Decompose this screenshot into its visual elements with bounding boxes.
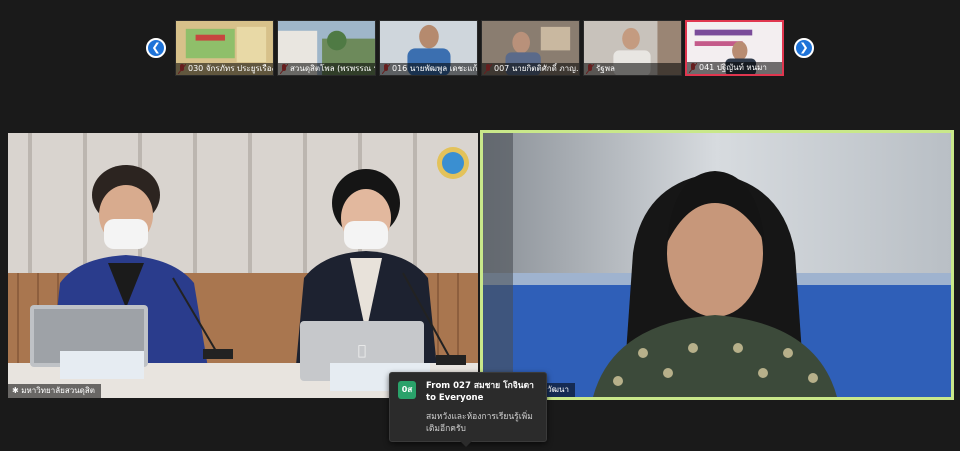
participant-name: รัฐพล <box>584 63 681 75</box>
participant-thumbnail[interactable]: 016 นายพัฒพูล เดชะแก้ว <box>379 20 478 76</box>
video-tile-active-speaker[interactable]: ● เพ็ญศิริ ทองแกวัฒนา <box>480 130 954 400</box>
video-frame <box>483 133 951 397</box>
participant-name: 016 นายพัฒพูล เดชะแก้ว <box>380 63 477 75</box>
thumbnail-strip: 030 จักรภัทร ประยูรเรือง สวนดุสิตโพล (พร… <box>175 20 785 76</box>
participant-thumbnail[interactable]: รัฐพล <box>583 20 682 76</box>
participant-thumbnail[interactable]: 041 ปฐิญันท์ หนมา <box>685 20 784 76</box>
participant-thumbnail[interactable]: 007 นายกิตติศักดิ์ ภาญ... <box>481 20 580 76</box>
chevron-right-icon: ❯ <box>799 41 809 54</box>
participant-thumbnail[interactable]: 030 จักรภัทร ประยูรเรือง <box>175 20 274 76</box>
gallery-prev-button[interactable]: ❮ <box>146 38 166 58</box>
chat-message: สมหวังและห้องการเรียนรู้เพิ่มเติมอีกครับ <box>426 412 533 434</box>
svg-text::  <box>358 343 366 359</box>
chat-sender-avatar: 0ส <box>398 381 416 399</box>
gallery-next-button[interactable]: ❯ <box>794 38 814 58</box>
pin-icon: ✱ <box>12 386 22 395</box>
video-frame:  <box>8 133 478 398</box>
chat-notification[interactable]: 0ส From 027 สมชาย โกจินดา to Everyone สม… <box>389 372 547 442</box>
chat-notification-tail <box>460 441 472 447</box>
participant-name-tag: ✱ มหาวิทยาลัยสวนดุสิต <box>8 384 101 398</box>
participant-thumbnail[interactable]: สวนดุสิตโพล (พรพรรณ ป... <box>277 20 376 76</box>
video-tile-left[interactable]:  ✱ มหาวิทยาลัยสวนดุสิต <box>8 133 478 398</box>
participant-name: 030 จักรภัทร ประยูรเรือง <box>176 63 273 75</box>
chevron-left-icon: ❮ <box>151 41 161 54</box>
participant-name: 007 นายกิตติศักดิ์ ภาญ... <box>482 63 579 75</box>
chat-sender: From 027 สมชาย โกจินดา to Everyone <box>426 381 534 403</box>
participant-name: สวนดุสิตโพล (พรพรรณ ป... <box>278 63 375 75</box>
participant-name: 041 ปฐิญันท์ หนมา <box>687 62 782 74</box>
